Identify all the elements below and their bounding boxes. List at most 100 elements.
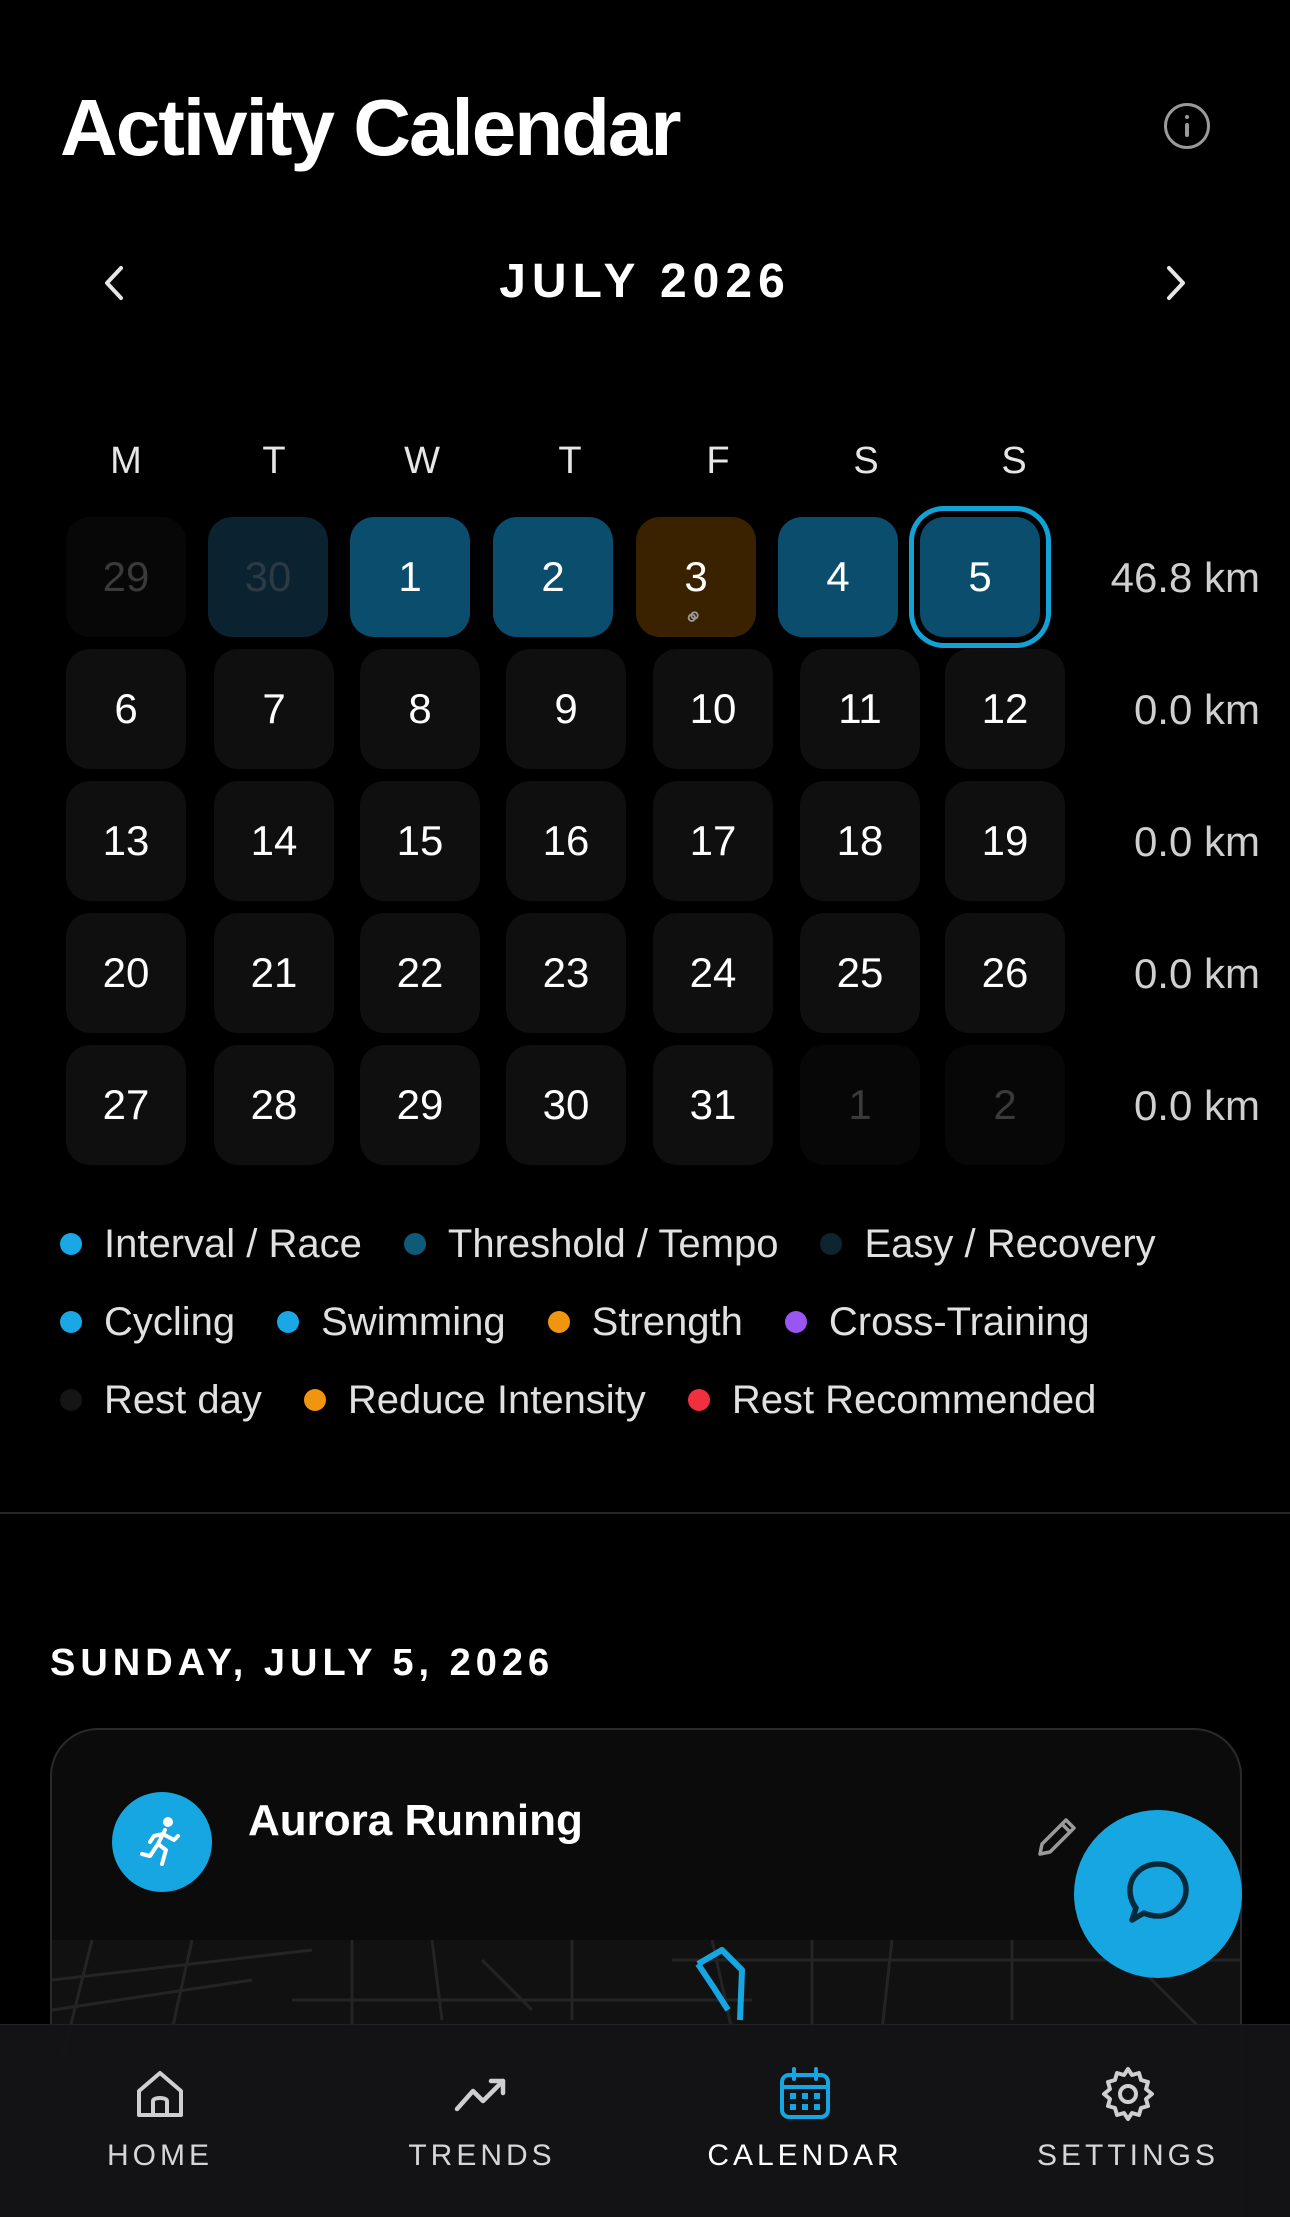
calendar-day[interactable]: 14 bbox=[214, 781, 334, 901]
tab-settings[interactable]: SETTINGS bbox=[998, 2065, 1258, 2173]
calendar-day[interactable]: 26 bbox=[945, 913, 1065, 1033]
week-distance: 46.8 km bbox=[1110, 554, 1260, 601]
calendar-day-number: 28 bbox=[250, 1081, 298, 1128]
tab-label: HOME bbox=[107, 2139, 213, 2172]
calendar-day-number: 7 bbox=[262, 685, 286, 732]
calendar-day[interactable]: 17 bbox=[653, 781, 773, 901]
calendar-icon bbox=[780, 2067, 830, 2119]
calendar-day[interactable]: 1 bbox=[800, 1045, 920, 1165]
legend-item: Cycling bbox=[60, 1300, 235, 1345]
tab-bar: HOME TRENDS CALENDAR SETTINGS bbox=[0, 2024, 1290, 2217]
chat-button[interactable] bbox=[1074, 1810, 1242, 1978]
calendar-day-number: 17 bbox=[689, 817, 737, 864]
week-distance: 0.0 km bbox=[1133, 818, 1260, 865]
calendar-day-number: 13 bbox=[102, 817, 150, 864]
calendar-day[interactable]: 13 bbox=[66, 781, 186, 901]
running-icon bbox=[112, 1792, 212, 1892]
dumbbell-icon: ⚭ bbox=[677, 600, 711, 635]
calendar-day-number: 19 bbox=[981, 817, 1029, 864]
week-distance: 0.0 km bbox=[1133, 686, 1260, 733]
calendar-day[interactable]: 11 bbox=[800, 649, 920, 769]
info-icon[interactable] bbox=[1164, 103, 1210, 149]
legend-dot-icon bbox=[687, 1389, 710, 1411]
calendar-day[interactable]: 22 bbox=[360, 913, 480, 1033]
legend-dot-icon bbox=[303, 1389, 326, 1411]
pencil-icon[interactable] bbox=[1028, 1810, 1084, 1866]
legend-label: Threshold / Tempo bbox=[447, 1221, 779, 1266]
calendar-day-number: 1 bbox=[398, 553, 422, 600]
month-label: JULY 2026 bbox=[499, 255, 791, 308]
calendar-day[interactable]: 7 bbox=[214, 649, 334, 769]
legend-item: Swimming bbox=[277, 1300, 506, 1345]
calendar-day[interactable]: 10 bbox=[653, 649, 773, 769]
calendar-day-number: 12 bbox=[981, 685, 1029, 732]
week-distance: 0.0 km bbox=[1133, 950, 1260, 997]
legend-item: Easy / Recovery bbox=[820, 1221, 1156, 1267]
calendar-day[interactable]: 21 bbox=[214, 913, 334, 1033]
calendar-day-number: 6 bbox=[114, 685, 138, 732]
weekday-header: S bbox=[853, 440, 879, 482]
tab-trends[interactable]: TRENDS bbox=[352, 2065, 612, 2173]
calendar-day-selected[interactable]: 5 bbox=[920, 517, 1040, 637]
legend-dot-icon bbox=[403, 1233, 426, 1255]
legend-label: Reduce Intensity bbox=[347, 1377, 646, 1422]
next-month-button[interactable] bbox=[1150, 258, 1200, 308]
calendar-day[interactable]: 9 bbox=[506, 649, 626, 769]
page-title: Activity Calendar bbox=[60, 83, 682, 172]
calendar-day[interactable]: 18 bbox=[800, 781, 920, 901]
legend-label: Strength bbox=[591, 1299, 743, 1344]
legend-label: Cycling bbox=[104, 1299, 236, 1344]
legend-item: Rest Recommended bbox=[687, 1378, 1096, 1423]
calendar-day[interactable]: 1 bbox=[350, 517, 470, 637]
legend-dot-icon bbox=[277, 1311, 300, 1333]
calendar-day[interactable]: 31 bbox=[653, 1045, 773, 1165]
calendar-day[interactable]: 30 bbox=[506, 1045, 626, 1165]
calendar-day[interactable]: 29 bbox=[66, 517, 186, 637]
legend-item: Strength bbox=[547, 1299, 743, 1345]
calendar-day[interactable]: 19 bbox=[945, 781, 1065, 901]
calendar-day[interactable]: 3 ⚭ bbox=[636, 517, 756, 637]
calendar-day-number: 9 bbox=[554, 685, 578, 732]
calendar-day[interactable]: 20 bbox=[66, 913, 186, 1033]
calendar-day-number: 23 bbox=[542, 949, 590, 996]
calendar-day[interactable]: 8 bbox=[360, 649, 480, 769]
legend-dot-icon bbox=[60, 1311, 82, 1333]
legend-item: Rest day bbox=[60, 1378, 262, 1423]
calendar-day[interactable]: 23 bbox=[506, 913, 626, 1033]
calendar-day-number: 29 bbox=[396, 1081, 444, 1128]
calendar-day[interactable]: 25 bbox=[800, 913, 920, 1033]
calendar-day[interactable]: 4 bbox=[778, 517, 898, 637]
calendar-day-number: 21 bbox=[250, 949, 298, 996]
tab-home[interactable]: HOME bbox=[30, 2065, 290, 2173]
section-divider bbox=[0, 1512, 1290, 1514]
tab-calendar[interactable]: CALENDAR bbox=[675, 2065, 935, 2173]
calendar-day[interactable]: 6 bbox=[66, 649, 186, 769]
calendar-day[interactable]: 2 bbox=[493, 517, 613, 637]
calendar-day[interactable]: 30 bbox=[208, 517, 328, 637]
tab-label: TRENDS bbox=[408, 2139, 556, 2172]
weekday-header: M bbox=[110, 440, 142, 482]
week-distance: 0.0 km bbox=[1133, 1082, 1260, 1129]
calendar-day-number: 22 bbox=[396, 949, 444, 996]
legend-item: Cross-Training bbox=[784, 1300, 1090, 1345]
calendar-day-number: 20 bbox=[102, 949, 150, 996]
calendar-day[interactable]: 24 bbox=[653, 913, 773, 1033]
legend-item: Interval / Race bbox=[60, 1222, 362, 1267]
calendar-day[interactable]: 15 bbox=[360, 781, 480, 901]
calendar-day-number: 31 bbox=[689, 1081, 737, 1128]
legend-dot-icon bbox=[784, 1311, 807, 1333]
calendar-day[interactable]: 29 bbox=[360, 1045, 480, 1165]
calendar-day-number: 15 bbox=[396, 817, 444, 864]
legend-dot-icon bbox=[60, 1233, 82, 1255]
trend-up-icon bbox=[454, 2078, 506, 2112]
calendar-day[interactable]: 16 bbox=[506, 781, 626, 901]
calendar-day[interactable]: 12 bbox=[945, 649, 1065, 769]
legend-dot-icon bbox=[820, 1233, 843, 1255]
legend-item: Reduce Intensity bbox=[303, 1377, 646, 1423]
legend-label: Easy / Recovery bbox=[864, 1221, 1156, 1266]
legend-row: Interval / Race Threshold / Tempo Easy / R… bbox=[60, 1205, 1260, 1283]
calendar-day[interactable]: 28 bbox=[214, 1045, 334, 1165]
calendar-day[interactable]: 2 bbox=[945, 1045, 1065, 1165]
weekday-header: T bbox=[262, 440, 286, 482]
calendar-day[interactable]: 27 bbox=[66, 1045, 186, 1165]
